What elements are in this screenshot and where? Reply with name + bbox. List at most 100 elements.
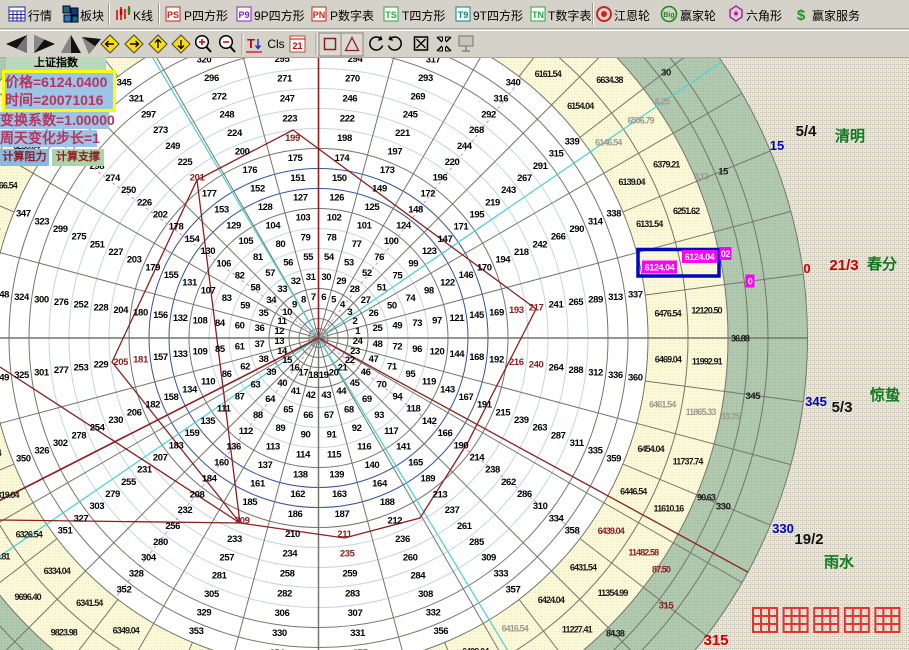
- svg-text:113: 113: [266, 441, 280, 452]
- svg-text:234: 234: [282, 549, 298, 560]
- svg-text:0: 0: [748, 277, 753, 287]
- svg-text:6416.54: 6416.54: [502, 623, 529, 633]
- svg-text:62: 62: [240, 361, 250, 372]
- svg-text:250: 250: [121, 185, 136, 196]
- svg-text:257: 257: [219, 552, 234, 563]
- svg-text:32: 32: [291, 276, 301, 287]
- svg-text:328: 328: [129, 569, 144, 580]
- svg-text:70: 70: [377, 379, 387, 390]
- svg-text:308: 308: [418, 589, 433, 600]
- svg-text:161: 161: [250, 478, 266, 489]
- svg-text:206: 206: [127, 407, 142, 418]
- svg-text:315: 315: [659, 601, 675, 612]
- svg-text:137: 137: [258, 460, 273, 471]
- svg-text:315: 315: [703, 632, 728, 649]
- svg-text:21: 21: [292, 41, 302, 51]
- svg-text:19: 19: [319, 370, 329, 381]
- svg-text:174: 174: [335, 153, 351, 164]
- svg-text:92: 92: [352, 423, 362, 434]
- svg-text:139: 139: [329, 469, 344, 480]
- svg-text:261: 261: [457, 521, 473, 532]
- svg-text:141: 141: [396, 442, 412, 453]
- svg-text:158: 158: [164, 392, 179, 403]
- svg-text:138: 138: [293, 469, 308, 480]
- svg-text:55: 55: [303, 252, 314, 263]
- svg-text:TS: TS: [385, 10, 397, 20]
- svg-text:6124.04: 6124.04: [685, 252, 715, 262]
- svg-text:102: 102: [327, 213, 342, 224]
- svg-text:45: 45: [350, 378, 361, 389]
- svg-text:317: 317: [426, 58, 441, 65]
- svg-text:190: 190: [454, 440, 469, 451]
- svg-text:80: 80: [276, 239, 286, 250]
- svg-text:9696.40: 9696.40: [14, 592, 41, 602]
- svg-text:311: 311: [570, 438, 585, 449]
- svg-text:245: 245: [403, 110, 419, 121]
- svg-text:111: 111: [217, 404, 232, 415]
- svg-text:90: 90: [301, 430, 311, 441]
- svg-text:204: 204: [113, 305, 129, 316]
- svg-text:323: 323: [34, 216, 49, 227]
- svg-text:112: 112: [239, 426, 253, 437]
- svg-text:276: 276: [54, 297, 69, 308]
- svg-text:6476.54: 6476.54: [654, 309, 681, 319]
- svg-text:258: 258: [280, 569, 295, 580]
- svg-text:182: 182: [145, 400, 160, 411]
- svg-text:201: 201: [190, 173, 206, 184]
- svg-text:283: 283: [345, 588, 360, 599]
- svg-text:60: 60: [235, 321, 245, 332]
- svg-text:175: 175: [288, 153, 304, 164]
- svg-text:12: 12: [274, 326, 284, 337]
- svg-text:336: 336: [608, 370, 623, 381]
- svg-text:59: 59: [240, 301, 250, 312]
- svg-text:115: 115: [327, 450, 342, 461]
- svg-text:7: 7: [311, 292, 316, 303]
- svg-text:348: 348: [0, 289, 9, 300]
- svg-text:21/3: 21/3: [829, 257, 858, 274]
- svg-text:356: 356: [433, 626, 448, 637]
- svg-text:203: 203: [127, 255, 142, 266]
- svg-text:30: 30: [321, 272, 331, 283]
- svg-text:207: 207: [153, 452, 168, 463]
- svg-text:222: 222: [340, 113, 355, 124]
- svg-text:154: 154: [185, 234, 201, 245]
- svg-text:惊蛰: 惊蛰: [870, 386, 900, 404]
- svg-text:211: 211: [337, 529, 352, 540]
- svg-text:6251.62: 6251.62: [673, 206, 700, 216]
- svg-text:215: 215: [495, 407, 511, 418]
- svg-text:78: 78: [327, 232, 337, 243]
- svg-text:149: 149: [372, 184, 387, 195]
- svg-text:269: 269: [410, 91, 425, 102]
- svg-text:67: 67: [324, 410, 334, 421]
- svg-text:11865.33: 11865.33: [686, 407, 717, 417]
- svg-text:36: 36: [255, 323, 265, 334]
- svg-text:237: 237: [445, 505, 460, 516]
- svg-text:31: 31: [306, 272, 317, 283]
- svg-text:345: 345: [117, 78, 133, 89]
- svg-text:262: 262: [501, 477, 516, 488]
- svg-text:97: 97: [432, 315, 442, 326]
- svg-text:227: 227: [108, 247, 123, 258]
- svg-text:197: 197: [387, 147, 402, 158]
- svg-text:TN: TN: [532, 10, 544, 20]
- svg-text:148: 148: [408, 205, 423, 216]
- svg-text:42: 42: [306, 390, 316, 401]
- svg-text:253: 253: [74, 362, 89, 373]
- svg-text:64: 64: [265, 394, 276, 405]
- svg-text:6154.04: 6154.04: [567, 101, 594, 111]
- svg-text:35: 35: [259, 308, 270, 319]
- svg-text:327: 327: [74, 513, 89, 524]
- svg-text:84: 84: [215, 318, 226, 329]
- svg-text:219: 219: [485, 197, 500, 208]
- svg-text:129: 129: [226, 220, 241, 231]
- svg-text:214: 214: [469, 452, 485, 463]
- svg-text:220: 220: [445, 157, 460, 168]
- svg-text:231: 231: [137, 465, 153, 476]
- svg-text:331: 331: [350, 628, 366, 639]
- svg-text:244: 244: [457, 141, 473, 152]
- svg-text:241: 241: [549, 300, 565, 311]
- svg-text:11992.91: 11992.91: [692, 357, 723, 367]
- svg-text:247: 247: [280, 94, 295, 105]
- svg-text:264: 264: [549, 362, 565, 373]
- svg-text:PN: PN: [313, 10, 326, 20]
